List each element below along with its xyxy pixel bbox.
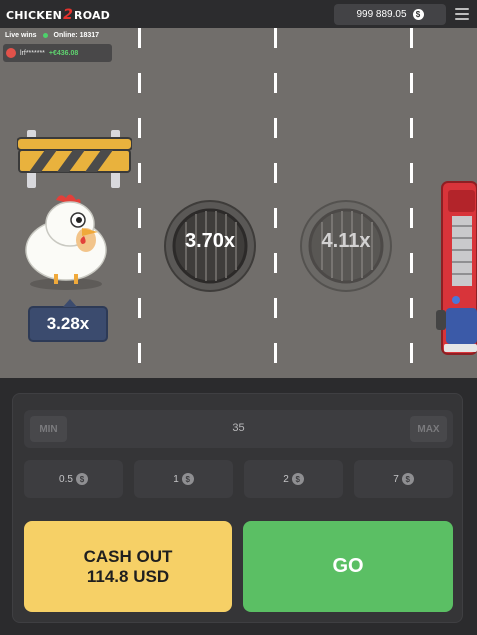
lane-divider <box>274 28 277 378</box>
lane-divider <box>410 28 413 378</box>
quick-bet-button[interactable]: 1 $ <box>134 460 233 498</box>
win-amount: +€436.08 <box>48 49 79 57</box>
online-dot-icon <box>42 32 48 38</box>
cash-out-label: CASH OUT <box>83 546 173 566</box>
win-username: lrf******* <box>20 49 45 57</box>
quick-bet-value: 7 <box>393 473 399 485</box>
cash-out-button[interactable]: CASH OUT 114.8 USD <box>24 521 232 612</box>
game-logo: CHICKEN2ROAD <box>6 7 110 23</box>
logo-number: 2 <box>63 7 74 23</box>
max-bet-button[interactable]: MAX <box>410 416 447 442</box>
dollar-coin-icon: $ <box>75 473 88 485</box>
lane-multiplier: 3.70x <box>184 230 236 252</box>
live-win-entry: lrf******* +€436.08 <box>3 44 112 62</box>
lane-multiplier: 4.11x <box>321 230 371 252</box>
quick-bet-button[interactable]: 7 $ <box>354 460 453 498</box>
hamburger-menu-icon[interactable] <box>455 6 469 22</box>
quick-bet-value: 2 <box>283 473 289 485</box>
user-avatar <box>6 48 16 58</box>
top-bar: CHICKEN2ROAD 999 889.05 $ <box>0 0 477 28</box>
bet-amount-input[interactable]: MIN 35 MAX <box>24 410 453 448</box>
fire-truck-icon <box>436 181 477 355</box>
dollar-coin-icon: $ <box>181 473 194 485</box>
current-multiplier-badge: 3.28x <box>28 299 108 342</box>
dollar-coin-icon: $ <box>291 473 304 485</box>
live-wins-bar: Live wins Online: 18317 <box>0 28 125 42</box>
manhole-lane-2[interactable]: 4.11x <box>300 200 392 292</box>
dollar-coin-icon: $ <box>412 9 424 20</box>
dollar-coin-icon: $ <box>401 473 414 485</box>
quick-bet-value: 0.5 <box>59 473 73 485</box>
bet-controls-panel: MIN 35 MAX 0.5 $ 1 $ 2 $ 7 $ CASH OUT 11… <box>12 393 463 623</box>
balance-display: 999 889.05 $ <box>334 4 446 25</box>
game-road: Live wins Online: 18317 lrf******* +€436… <box>0 28 477 378</box>
logo-word-chicken: CHICKEN <box>6 9 63 22</box>
quick-bet-button[interactable]: 0.5 $ <box>24 460 123 498</box>
quick-bet-button[interactable]: 2 $ <box>244 460 343 498</box>
manhole-lane-1[interactable]: 3.70x <box>164 200 256 292</box>
go-button[interactable]: GO <box>243 521 453 612</box>
balance-amount: 999 889.05 <box>356 9 407 20</box>
lane-divider <box>138 28 141 378</box>
logo-word-road: ROAD <box>74 9 111 22</box>
cash-out-amount: 114.8 USD <box>86 566 170 586</box>
online-count: Online: 18317 <box>53 31 100 39</box>
bet-amount-value[interactable]: 35 <box>24 422 453 434</box>
live-wins-title: Live wins <box>5 31 37 39</box>
quick-bet-value: 1 <box>173 473 179 485</box>
chicken-icon <box>25 194 107 290</box>
road-barrier-icon <box>17 130 132 188</box>
